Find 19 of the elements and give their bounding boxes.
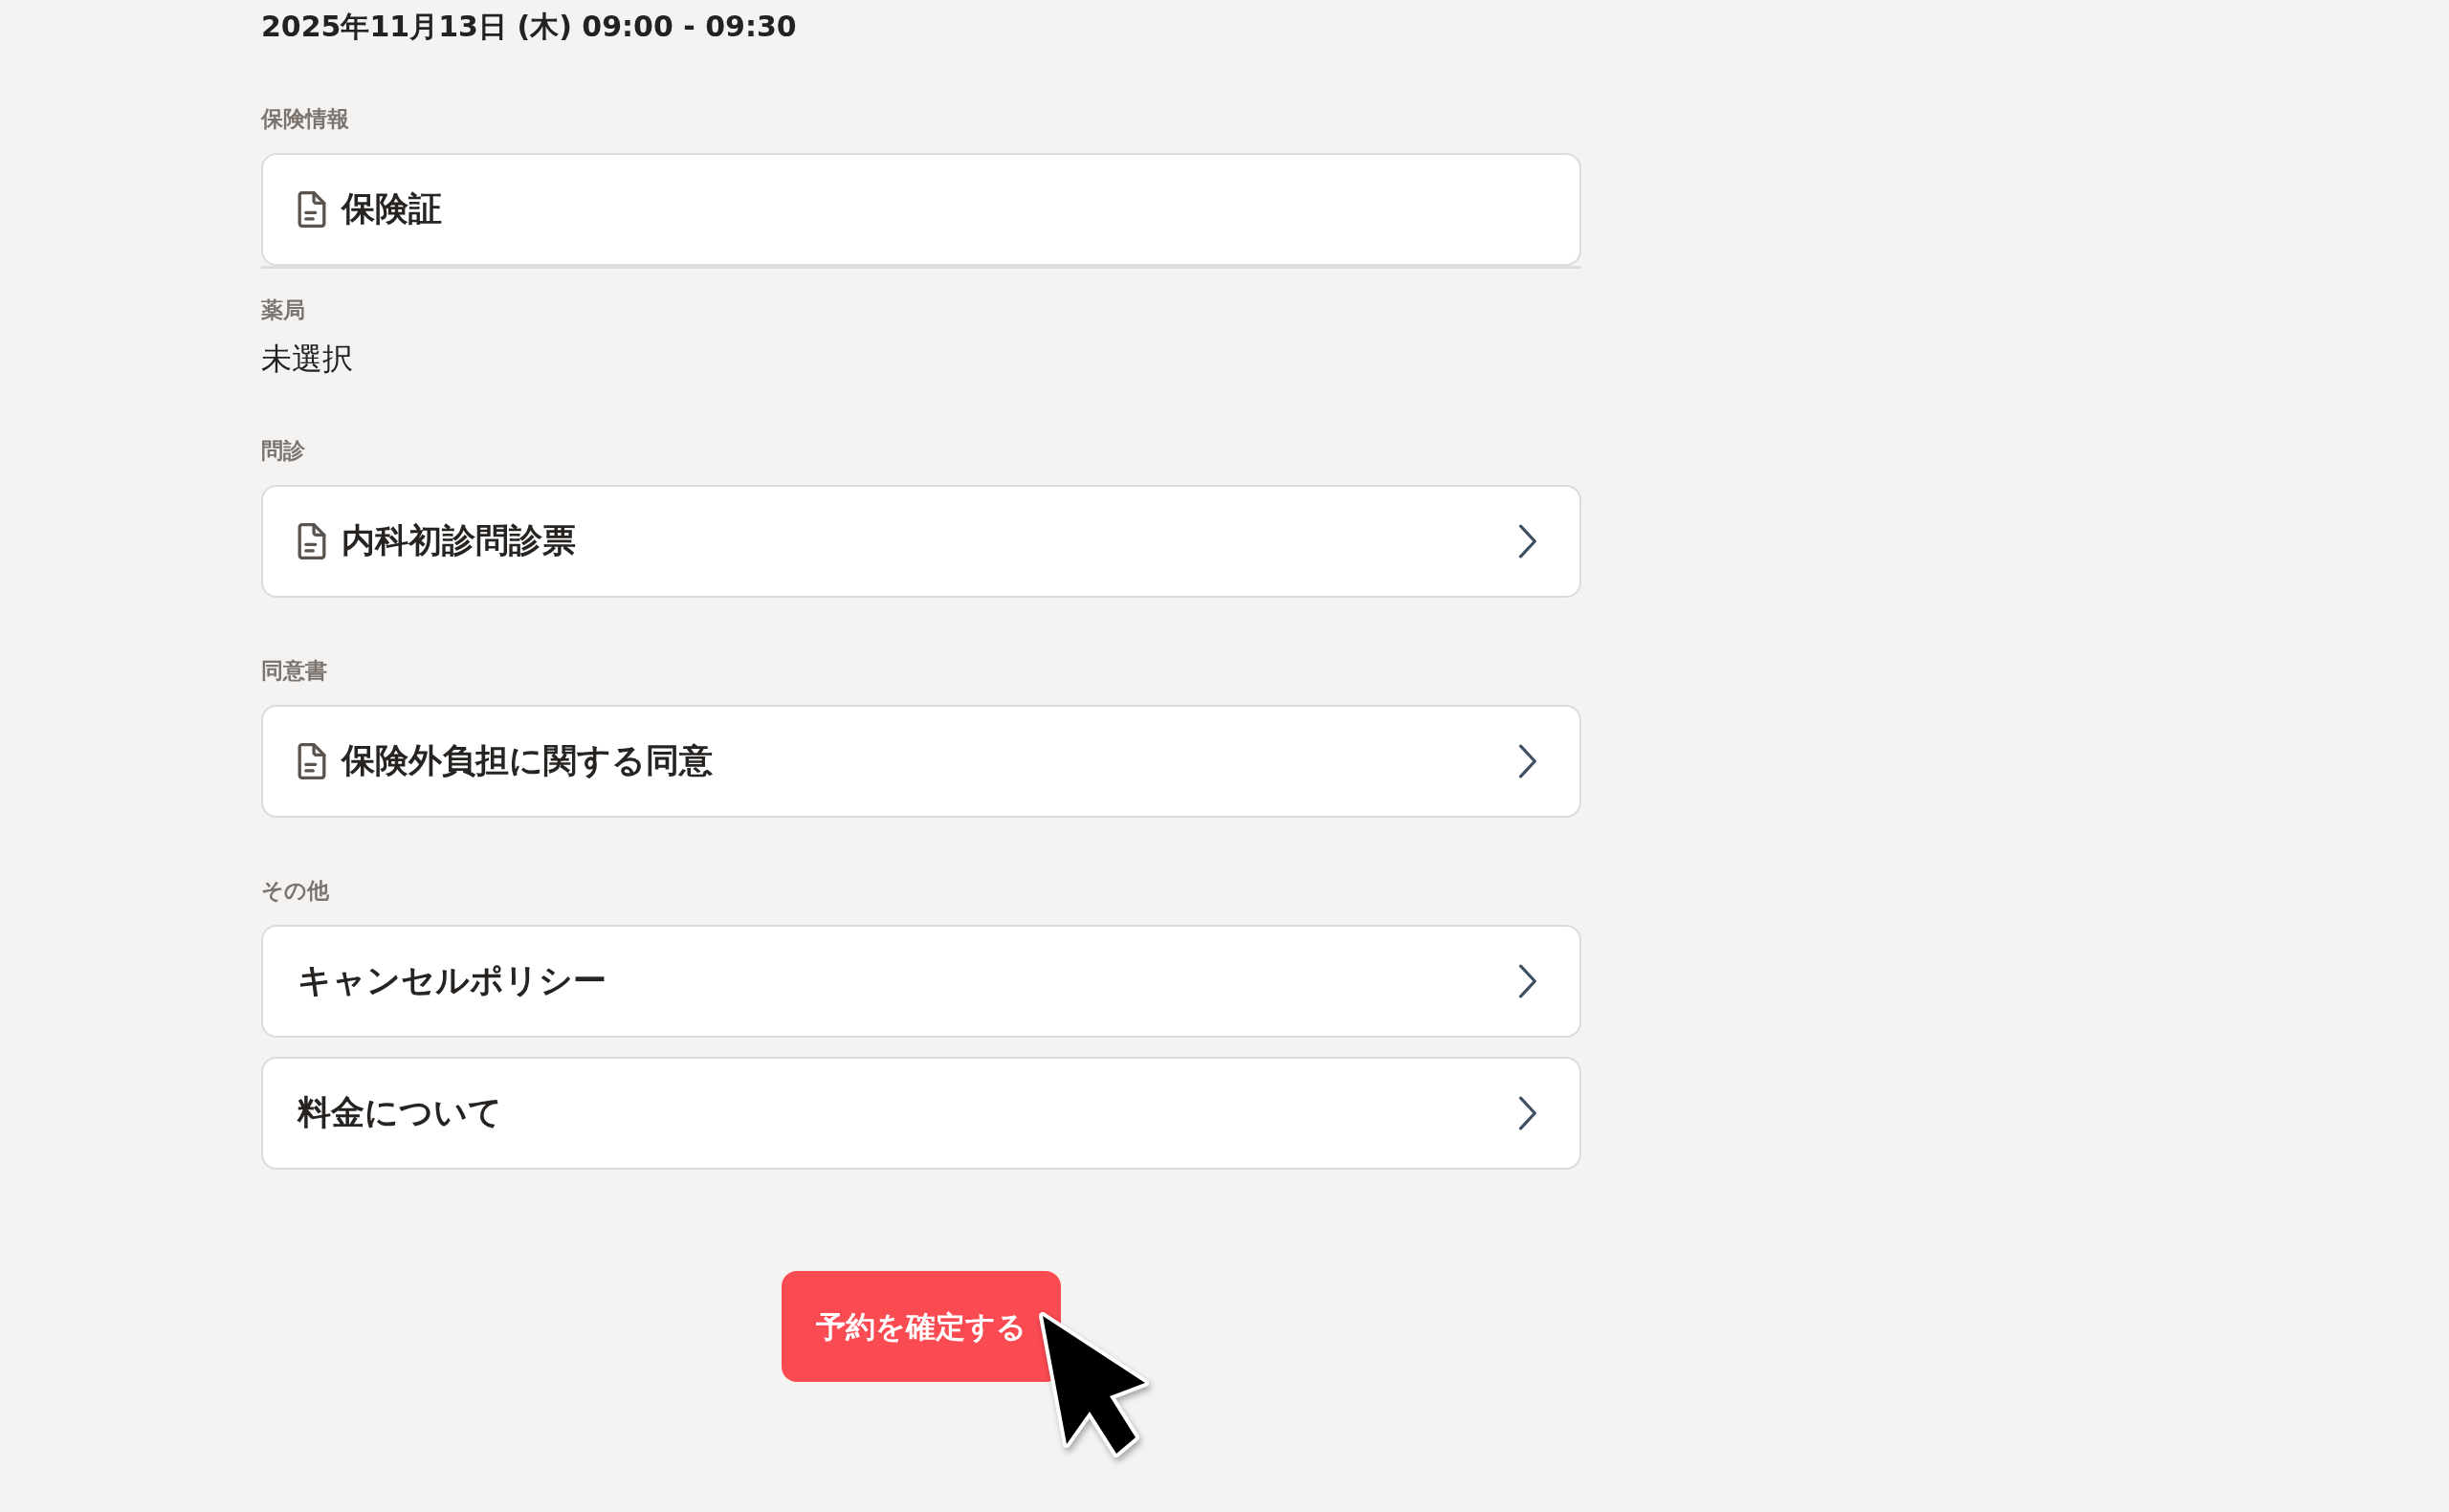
document-icon [298, 191, 326, 228]
section-label: 問診 [261, 437, 306, 465]
section-value: 未選択 [261, 340, 354, 378]
link-card[interactable]: 保険外負担に関する同意 [261, 705, 1581, 818]
chevron-right-icon [1518, 964, 1537, 998]
section-label: 保険情報 [261, 105, 350, 133]
chevron-right-icon [1518, 1096, 1537, 1130]
link-card[interactable]: 料金について [261, 1057, 1581, 1170]
section-label: 同意書 [261, 657, 328, 685]
section-label: その他 [261, 877, 330, 905]
chevron-right-icon [1518, 744, 1537, 778]
chevron-right-icon [1518, 524, 1537, 559]
card-title: 保険証 [342, 188, 442, 230]
document-icon [298, 743, 326, 779]
link-card[interactable]: キャンセルポリシー [261, 925, 1581, 1038]
link-card[interactable]: 内科初診問診票 [261, 485, 1581, 598]
section-label: 薬局 [261, 296, 306, 324]
document-icon [298, 523, 326, 559]
appointment-datetime: 2025年11月13日 (木) 09:00 - 09:30 [261, 9, 798, 45]
